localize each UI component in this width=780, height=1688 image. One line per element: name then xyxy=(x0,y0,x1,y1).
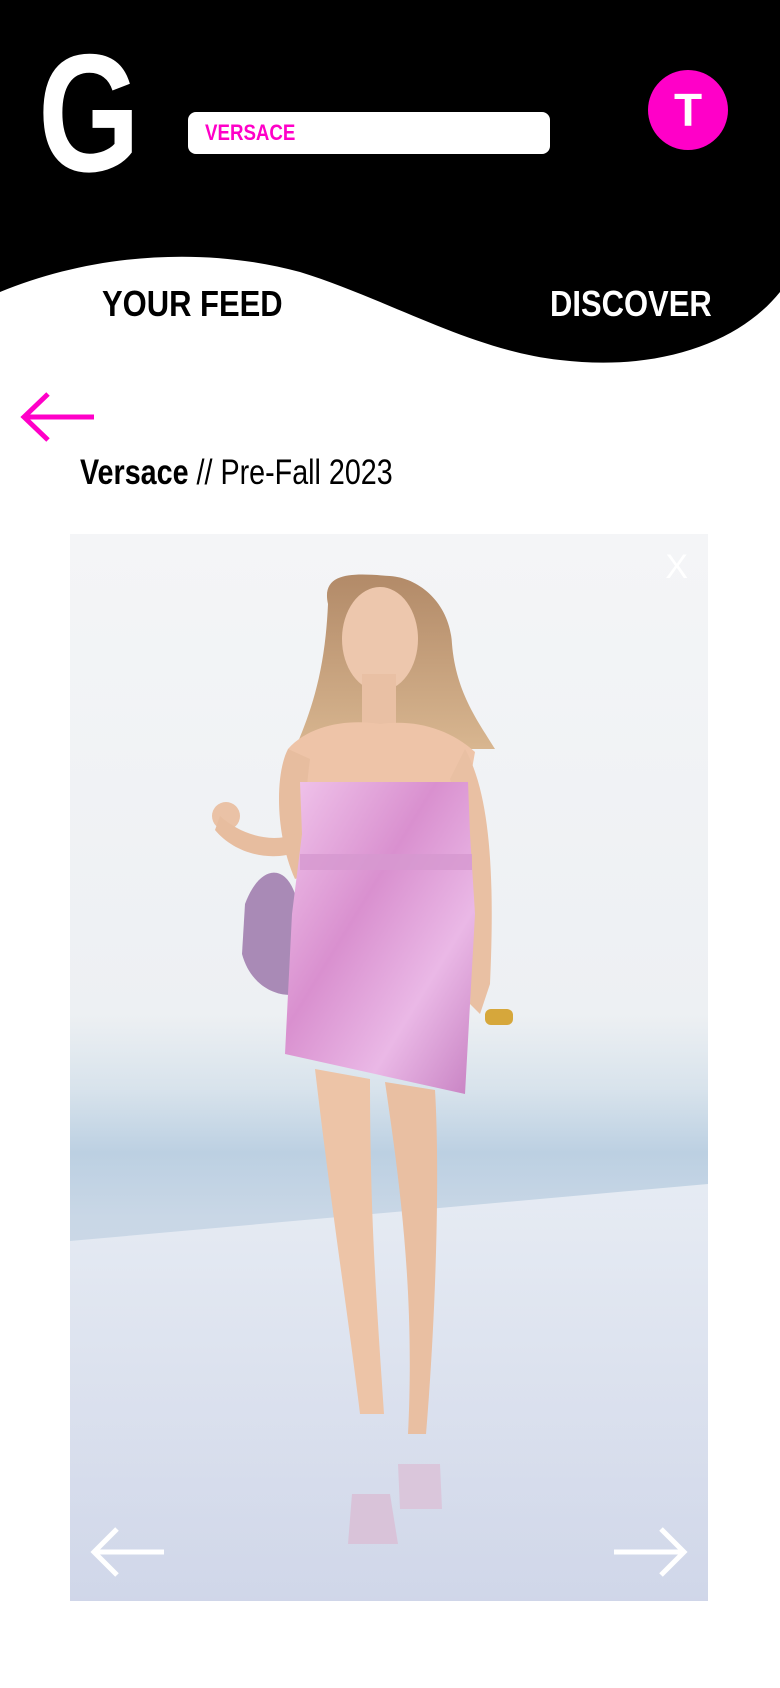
collection-season: Pre-Fall 2023 xyxy=(220,453,393,492)
app-logo[interactable]: G xyxy=(38,29,140,197)
back-arrow-icon[interactable] xyxy=(20,392,96,442)
close-button[interactable]: X xyxy=(665,548,688,587)
tab-discover[interactable]: DISCOVER xyxy=(550,284,712,324)
collection-brand: Versace xyxy=(80,453,189,492)
app-header: G T YOUR FEED DISCOVER xyxy=(0,0,780,380)
previous-photo-arrow-icon[interactable] xyxy=(90,1526,166,1578)
tab-your-feed[interactable]: YOUR FEED xyxy=(102,284,283,324)
collection-separator: // xyxy=(188,453,221,492)
search-bar[interactable] xyxy=(188,112,550,154)
user-avatar[interactable]: T xyxy=(648,70,728,150)
photo-viewer[interactable]: X xyxy=(70,534,708,1601)
search-input[interactable] xyxy=(205,120,499,146)
next-photo-arrow-icon[interactable] xyxy=(612,1526,688,1578)
runway-photo xyxy=(70,534,708,1601)
collection-title: Versace // Pre-Fall 2023 xyxy=(80,452,393,494)
